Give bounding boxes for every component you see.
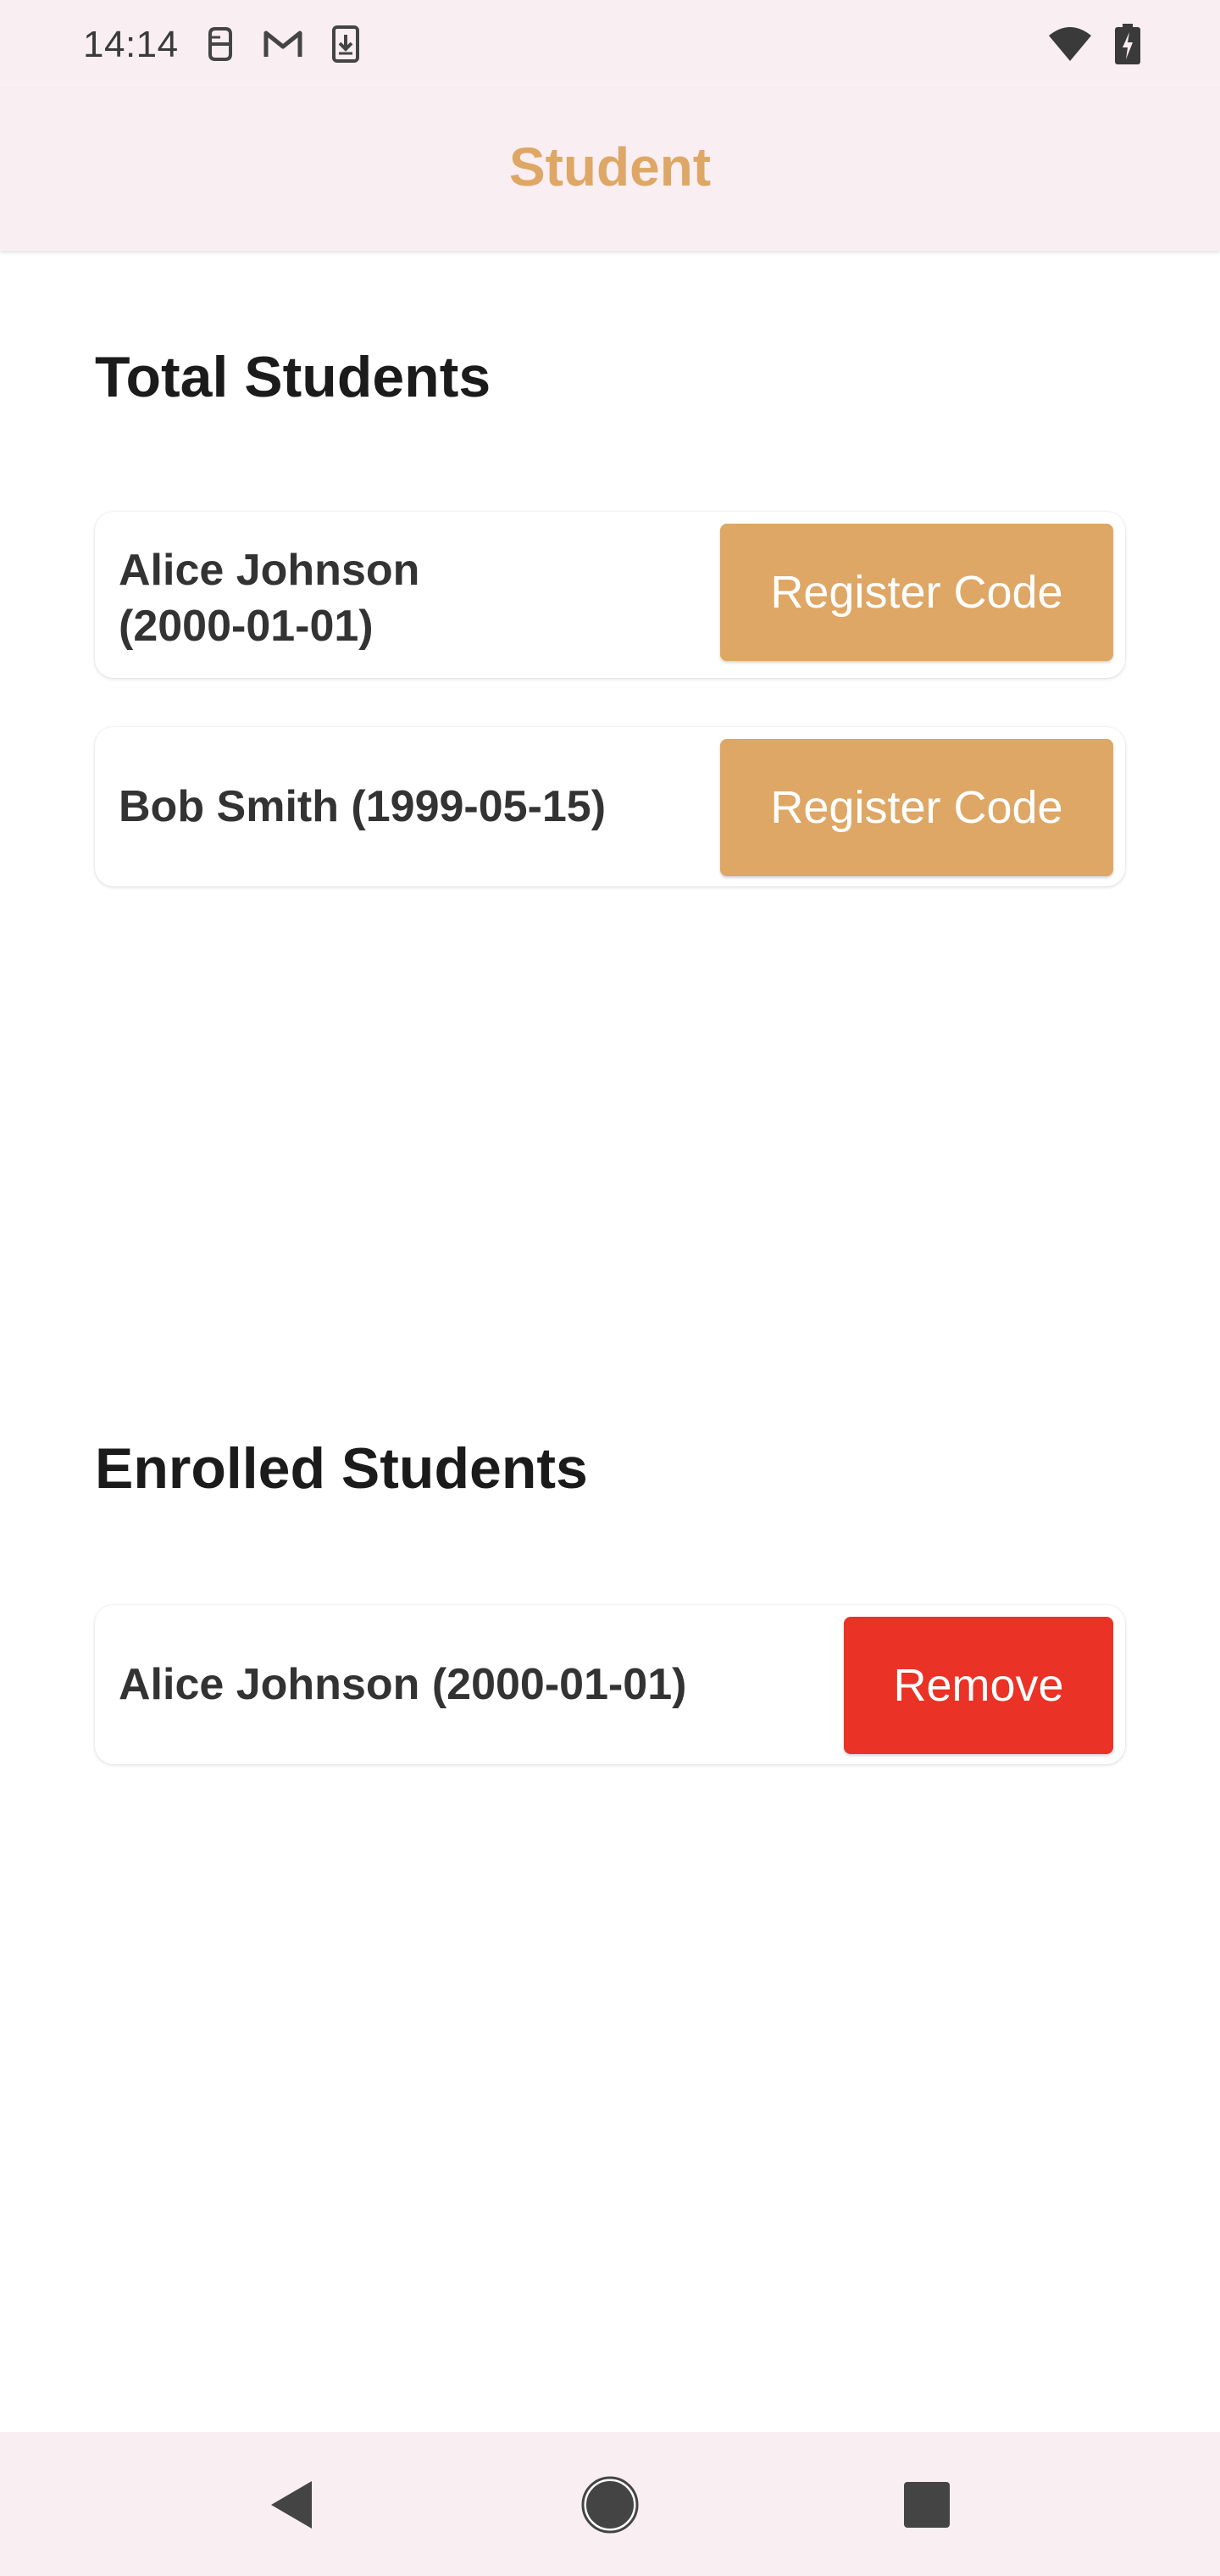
back-icon[interactable]	[261, 2474, 322, 2535]
enrolled-student-card: Alice Johnson (2000-01-01) Remove	[95, 1605, 1125, 1764]
recents-icon[interactable]	[896, 2474, 957, 2535]
student-card: Alice Johnson (2000-01-01) Register Code	[95, 512, 1125, 678]
download-icon	[324, 22, 368, 66]
student-name: Alice Johnson (2000-01-01)	[119, 542, 419, 654]
student-name-line1: Alice Johnson	[119, 546, 420, 595]
remove-button[interactable]: Remove	[844, 1617, 1113, 1754]
student-birthdate: (2000-01-01)	[119, 602, 374, 651]
page-title: Student	[508, 136, 712, 197]
app-bar: Student	[0, 88, 1220, 251]
student-name: Alice Johnson (2000-01-01)	[119, 1660, 687, 1709]
enrolled-students-title: Enrolled Students	[95, 1436, 588, 1501]
status-icons-right	[1047, 22, 1140, 66]
status-time: 14:14	[83, 24, 179, 65]
notification-bug-icon	[198, 22, 242, 66]
home-icon[interactable]	[580, 2474, 640, 2535]
register-code-button[interactable]: Register Code	[720, 524, 1113, 661]
student-card: Bob Smith (1999-05-15) Register Code	[95, 727, 1125, 886]
status-icons-left	[198, 22, 368, 66]
register-code-button[interactable]: Register Code	[720, 739, 1113, 876]
student-name: Bob Smith (1999-05-15)	[119, 782, 607, 831]
status-bar: 14:14	[0, 0, 1220, 88]
battery-charging-icon	[1115, 22, 1140, 66]
gmail-icon	[261, 22, 305, 66]
total-students-title: Total Students	[95, 345, 491, 409]
navigation-bar	[0, 2432, 1220, 2576]
wifi-icon	[1047, 22, 1093, 66]
